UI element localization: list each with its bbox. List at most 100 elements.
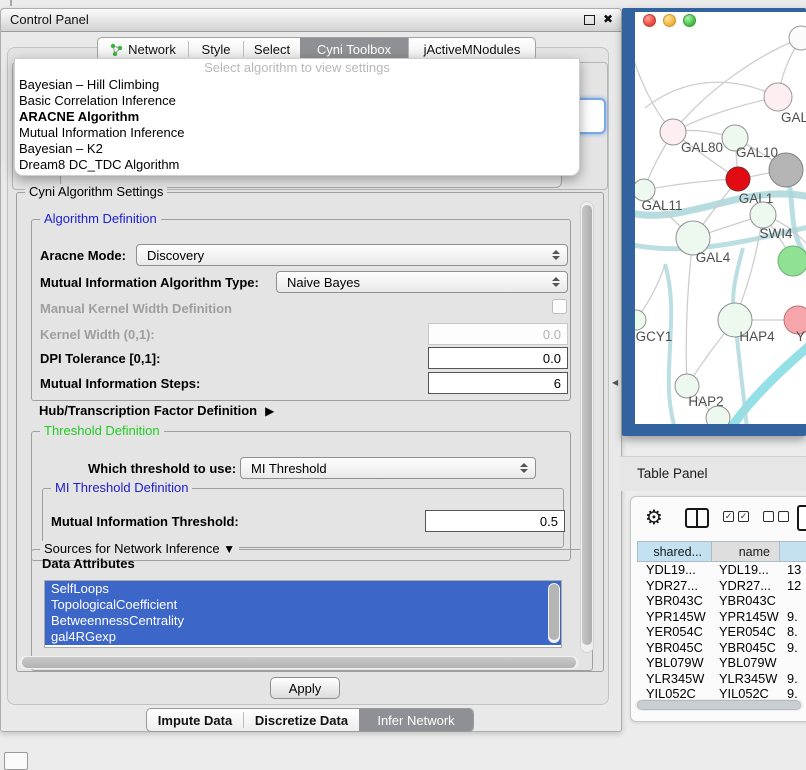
network-node-gcy1[interactable]	[635, 310, 646, 330]
tab-style[interactable]: Style	[189, 38, 243, 60]
sources-title: Sources for Network Inference	[44, 541, 220, 556]
table-cell[interactable]: YBR043C	[712, 593, 780, 609]
floating-panel-icon[interactable]	[4, 752, 28, 770]
network-node[interactable]	[789, 26, 806, 50]
network-node-swi4[interactable]	[750, 202, 776, 228]
table-row: YDR27...YDR27...12	[637, 578, 806, 594]
table-cell[interactable]: YBL079W	[637, 655, 712, 671]
mi-threshold-input[interactable]	[425, 510, 565, 532]
data-attributes-list[interactable]: SelfLoopsTopologicalCoefficientBetweenne…	[44, 580, 562, 648]
table-cell[interactable]: 8.	[780, 624, 806, 640]
close-traffic-light-icon[interactable]	[643, 14, 656, 27]
manual-kernel-checkbox[interactable]	[552, 299, 567, 314]
select-all-icon[interactable]: ✓ ✓	[723, 511, 749, 522]
table-cell[interactable]: YDR27...	[712, 578, 780, 594]
attribute-item[interactable]: SelfLoops	[45, 581, 561, 597]
table-cell[interactable]: 9.	[780, 609, 806, 625]
expand-right-icon: ▶	[265, 404, 274, 418]
tab-infer-network[interactable]: Infer Network	[359, 709, 473, 731]
spinner-arrows-icon	[552, 250, 560, 260]
network-node-gal1[interactable]	[726, 167, 750, 191]
tab-jactivemnodules[interactable]: jActiveMNodules	[408, 38, 535, 60]
mi-algorithm-type-select[interactable]: Naive Bayes	[276, 271, 568, 293]
table-cell[interactable]: YBR045C	[637, 640, 712, 656]
mi-steps-input[interactable]	[428, 372, 568, 394]
column-header-clipped[interactable]	[780, 541, 806, 562]
table-body: YDL19...YDL19...13YDR27...YDR27...12YBR0…	[637, 562, 806, 698]
dpi-tolerance-label: DPI Tolerance [0,1]:	[40, 351, 160, 366]
tab-select[interactable]: Select	[244, 38, 300, 60]
column-header-name[interactable]: name	[712, 541, 780, 562]
settings-horizontal-scrollbar[interactable]	[19, 656, 579, 669]
gear-icon[interactable]: ⚙	[645, 505, 663, 530]
network-canvas[interactable]: GALGAL80GAL10GAL1GAL11SWI4GAL4GCY1HAP4YH…	[635, 12, 806, 424]
deselect-all-icon[interactable]	[763, 511, 789, 522]
tab-label: Select	[254, 42, 290, 57]
algorithm-option[interactable]: Mutual Information Inference	[15, 125, 579, 141]
tab-label: Impute Data	[158, 713, 232, 728]
table-cell[interactable]: 9.	[780, 640, 806, 656]
table-cell[interactable]: YER054C	[637, 624, 712, 640]
scrollbar-thumb[interactable]	[549, 584, 559, 640]
tab-network[interactable]: Network	[98, 38, 188, 60]
group-title: Algorithm Definition	[40, 211, 161, 227]
list-scrollbar[interactable]	[548, 583, 560, 643]
table-cell[interactable]: YER054C	[712, 624, 780, 640]
table-cell[interactable]: YBL079W	[712, 655, 780, 671]
algorithm-option-selected[interactable]: ARACNE Algorithm	[15, 109, 579, 125]
dpi-tolerance-input[interactable]	[428, 347, 568, 369]
table-cell[interactable]: YDL19...	[712, 562, 780, 578]
hub-definition-expander[interactable]: Hub/Transcription Factor Definition ▶	[39, 403, 274, 418]
table-cell[interactable]: YIL052C	[712, 686, 780, 698]
table-cell[interactable]	[780, 593, 806, 609]
tab-discretize-data[interactable]: Discretize Data	[244, 709, 359, 731]
panel-collapse-icon[interactable]: ◀	[612, 378, 618, 387]
table-cell[interactable]: YPR145W	[712, 609, 780, 625]
table-cell[interactable]: 9.	[780, 671, 806, 687]
scrollbar-thumb[interactable]	[22, 657, 576, 668]
settings-vertical-scrollbar[interactable]	[580, 201, 594, 653]
column-header-shared-name[interactable]: shared...	[637, 541, 712, 562]
scrollbar-thumb[interactable]	[637, 700, 801, 710]
algorithm-option[interactable]: Dream8 DC_TDC Algorithm	[15, 157, 579, 173]
table-cell[interactable]: YLR345W	[637, 671, 712, 687]
attribute-item[interactable]: BetweennessCentrality	[45, 613, 561, 629]
table-cell[interactable]	[780, 655, 806, 671]
table-cell[interactable]: YPR145W	[637, 609, 712, 625]
tab-impute-data[interactable]: Impute Data	[147, 709, 243, 731]
algorithm-option[interactable]: Bayesian – Hill Climbing	[15, 77, 579, 93]
table-cell[interactable]: 9.	[780, 686, 806, 698]
table-cell[interactable]: YLR345W	[712, 671, 780, 687]
network-node[interactable]	[778, 246, 806, 276]
close-icon[interactable]: ✖	[603, 12, 613, 26]
algorithm-option[interactable]: Basic Correlation Inference	[15, 93, 579, 109]
table-cell[interactable]: 13	[780, 562, 806, 578]
attribute-item[interactable]: gal4RGexp	[45, 629, 561, 645]
zoom-traffic-light-icon[interactable]	[683, 14, 696, 27]
sources-collapser[interactable]: Sources for Network Inference ▼	[40, 541, 239, 557]
table-panel-title: Table Panel	[637, 466, 708, 481]
table-horizontal-scrollbar[interactable]	[635, 699, 803, 711]
network-graph: GALGAL80GAL10GAL1GAL11SWI4GAL4GCY1HAP4YH…	[635, 12, 806, 424]
table-cell[interactable]: 12	[780, 578, 806, 594]
threshold-select[interactable]: MI Threshold	[240, 457, 536, 479]
columns-icon[interactable]	[685, 508, 709, 528]
node-label: Y	[796, 329, 805, 344]
float-window-icon[interactable]	[584, 15, 595, 25]
table-cell[interactable]: YBR045C	[712, 640, 780, 656]
table-cell[interactable]: YIL052C	[637, 686, 712, 698]
table-panel-bar: Table Panel	[620, 456, 806, 491]
document-icon[interactable]	[797, 505, 806, 531]
attribute-item[interactable]: TopologicalCoefficient	[45, 597, 561, 613]
minimize-traffic-light-icon[interactable]	[663, 14, 676, 27]
apply-button[interactable]: Apply	[270, 677, 340, 699]
aracne-mode-select[interactable]: Discovery	[136, 244, 568, 266]
table-cell[interactable]: YDR27...	[637, 578, 712, 594]
algorithm-option[interactable]: Bayesian – K2	[15, 141, 579, 157]
tab-cyni-toolbox[interactable]: Cyni Toolbox	[300, 38, 408, 60]
network-node-gal[interactable]	[764, 83, 792, 111]
table-cell[interactable]: YDL19...	[637, 562, 712, 578]
network-node[interactable]	[769, 153, 803, 187]
table-cell[interactable]: YBR043C	[637, 593, 712, 609]
scrollbar-thumb[interactable]	[582, 205, 592, 645]
